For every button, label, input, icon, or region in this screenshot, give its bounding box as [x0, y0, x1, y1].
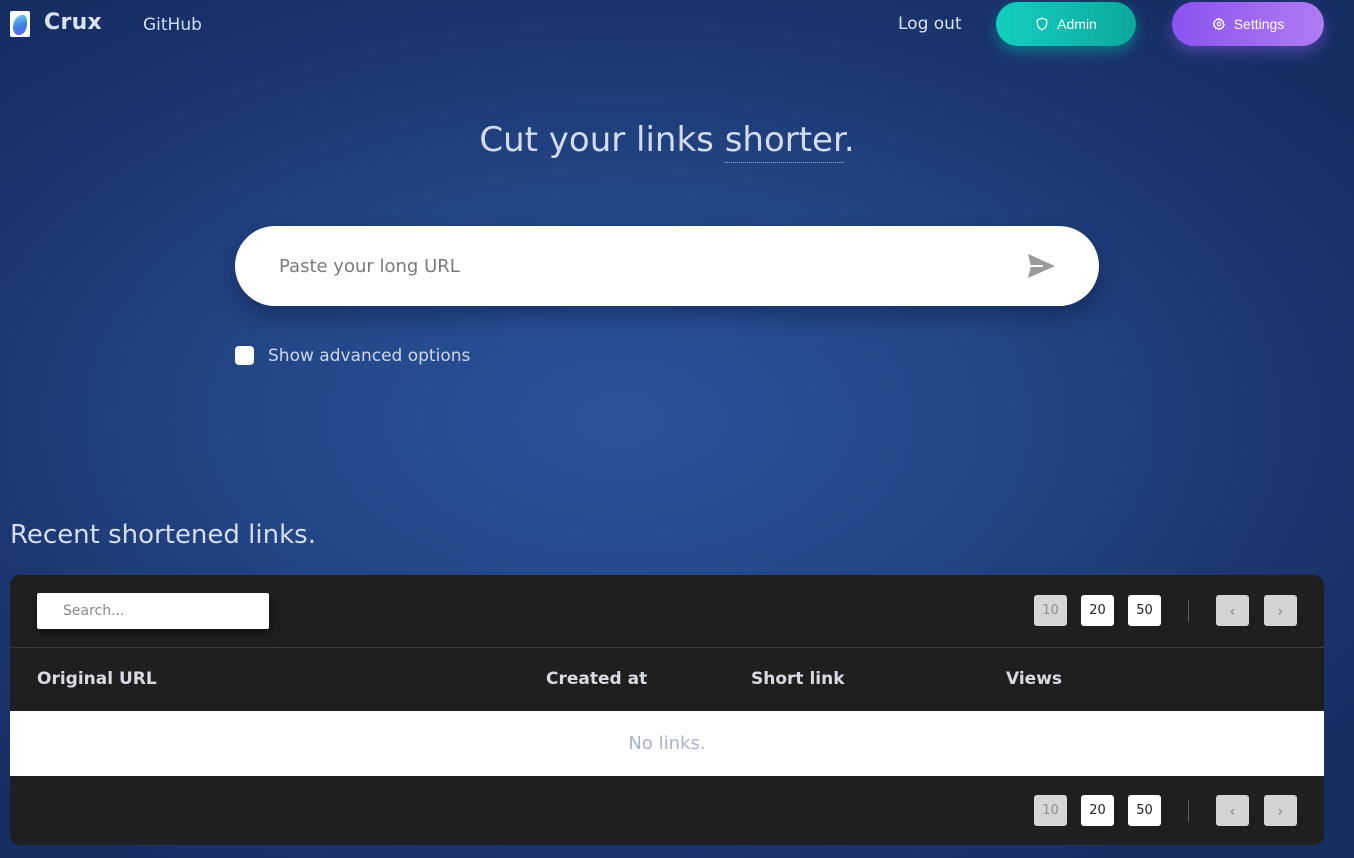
- logout-link[interactable]: Log out: [898, 14, 962, 34]
- page-title: Cut your links shorter.: [0, 120, 1334, 163]
- page-size-20[interactable]: 20: [1081, 595, 1114, 626]
- title-text-start: Cut your links: [479, 120, 725, 160]
- links-table: 10 20 50 ‹ › Original URL Created at Sho…: [10, 575, 1324, 845]
- brand-name[interactable]: Crux: [44, 10, 102, 35]
- title-text-end: .: [843, 120, 855, 160]
- prev-page-button-bottom[interactable]: ‹: [1216, 795, 1249, 826]
- page-size-50[interactable]: 50: [1128, 595, 1161, 626]
- gear-icon: [1212, 17, 1225, 31]
- shield-icon: [1036, 17, 1048, 31]
- recent-links-title: Recent shortened links.: [10, 520, 316, 550]
- pagination-top: 10 20 50 ‹ ›: [1034, 595, 1312, 626]
- advanced-options-checkbox[interactable]: [235, 346, 254, 365]
- column-views[interactable]: Views: [1006, 669, 1062, 689]
- column-original-url[interactable]: Original URL: [37, 669, 157, 689]
- table-header: Original URL Created at Short link Views: [10, 647, 1324, 711]
- admin-button[interactable]: Admin: [996, 2, 1136, 46]
- page-size-50-bottom[interactable]: 50: [1128, 795, 1161, 826]
- logo-icon[interactable]: [10, 11, 30, 37]
- prev-page-button[interactable]: ‹: [1216, 595, 1249, 626]
- top-nav: Crux GitHub Log out Admin Settings: [0, 0, 1354, 50]
- column-created-at[interactable]: Created at: [546, 669, 647, 689]
- next-page-button-bottom[interactable]: ›: [1264, 795, 1297, 826]
- title-emphasis: shorter: [724, 120, 844, 163]
- admin-button-label: Admin: [1057, 16, 1097, 32]
- pagination-bottom: 10 20 50 ‹ ›: [1034, 795, 1312, 826]
- send-icon: [1028, 254, 1055, 278]
- github-link[interactable]: GitHub: [143, 15, 202, 35]
- page-size-20-bottom[interactable]: 20: [1081, 795, 1114, 826]
- column-short-link[interactable]: Short link: [751, 669, 845, 689]
- search-input[interactable]: [37, 593, 269, 629]
- empty-state: No links.: [10, 711, 1324, 776]
- advanced-options-label[interactable]: Show advanced options: [268, 346, 470, 366]
- page-size-10-bottom[interactable]: 10: [1034, 795, 1067, 826]
- url-input[interactable]: [279, 252, 979, 280]
- url-form: [235, 226, 1099, 306]
- pagination-divider: [1188, 599, 1189, 622]
- settings-button-label: Settings: [1233, 16, 1285, 32]
- submit-button[interactable]: [1025, 250, 1057, 282]
- next-page-button[interactable]: ›: [1264, 595, 1297, 626]
- page-size-10[interactable]: 10: [1034, 595, 1067, 626]
- settings-button[interactable]: Settings: [1172, 2, 1324, 46]
- pagination-divider-bottom: [1188, 799, 1189, 822]
